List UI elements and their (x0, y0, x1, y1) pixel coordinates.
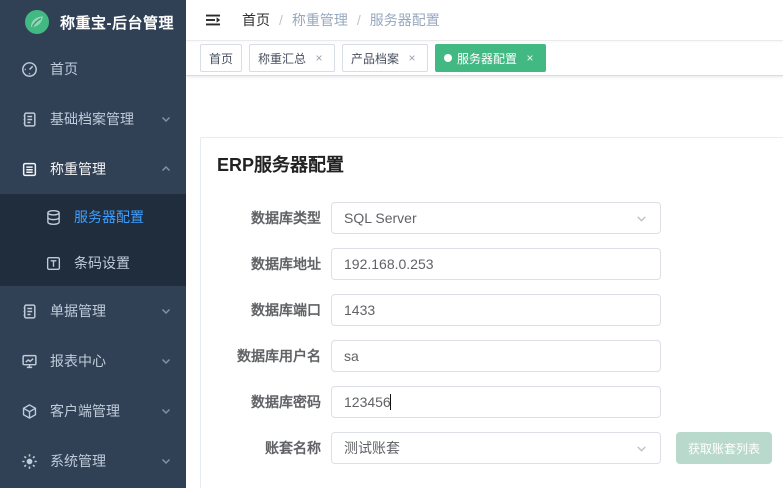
sidebar-item-label: 服务器配置 (74, 207, 144, 227)
sidebar-collapse-icon[interactable] (198, 5, 228, 35)
sidebar-item-weighing[interactable]: 称重管理 (0, 144, 186, 194)
tab-label: 称重汇总 (258, 50, 306, 67)
sidebar: 称重宝-后台管理 首页 基础档案管理 (0, 0, 186, 488)
db-port-input[interactable] (331, 294, 661, 326)
tab-product-archive[interactable]: 产品档案 × (342, 44, 428, 72)
tab-server-config[interactable]: 服务器配置 × (435, 44, 546, 72)
form-row-db-port: 数据库端口 (217, 294, 783, 326)
sidebar-item-label: 称重管理 (50, 159, 106, 179)
document-icon (20, 302, 38, 320)
sidebar-item-system-mgmt[interactable]: 系统管理 (0, 436, 186, 486)
close-icon[interactable]: × (312, 51, 326, 65)
barcode-icon (44, 254, 62, 272)
form-row-account-set: 账套名称 测试账套 获取账套列表 (217, 432, 783, 464)
tab-label: 产品档案 (351, 50, 399, 67)
breadcrumb-item-server-config: 服务器配置 (370, 10, 440, 30)
tab-home[interactable]: 首页 (200, 44, 242, 72)
client-icon (20, 402, 38, 420)
fetch-account-list-button[interactable]: 获取账套列表 (676, 432, 772, 464)
breadcrumb-separator: / (357, 12, 361, 28)
breadcrumb-item-home[interactable]: 首页 (242, 10, 270, 30)
sidebar-item-client-mgmt[interactable]: 客户端管理 (0, 386, 186, 436)
sidebar-item-server-config[interactable]: 服务器配置 (0, 194, 186, 240)
sidebar-item-orders[interactable]: 单据管理 (0, 286, 186, 336)
chevron-down-icon (160, 355, 172, 367)
sidebar-item-label: 首页 (50, 59, 78, 79)
db-user-label: 数据库用户名 (217, 346, 321, 366)
form-row-db-type: 数据库类型 SQL Server (217, 202, 783, 234)
db-type-selected-value: SQL Server (344, 210, 417, 226)
chevron-down-icon (635, 442, 648, 455)
chevron-down-icon (160, 305, 172, 317)
db-username-input[interactable] (331, 340, 661, 372)
sidebar-item-base-archive[interactable]: 基础档案管理 (0, 94, 186, 144)
breadcrumb-separator: / (279, 12, 283, 28)
settings-gear-icon (20, 452, 38, 470)
content-area: ERP服务器配置 数据库类型 SQL Server 数据库地址 数据库端口 (186, 76, 783, 488)
dashboard-icon (20, 60, 38, 78)
sidebar-item-label: 单据管理 (50, 301, 106, 321)
close-icon[interactable]: × (405, 51, 419, 65)
close-icon[interactable]: × (523, 51, 537, 65)
weighing-submenu: 服务器配置 条码设置 (0, 194, 186, 286)
chevron-down-icon (635, 212, 648, 225)
db-password-input[interactable] (331, 386, 661, 418)
text-cursor (390, 394, 391, 410)
erp-config-card: ERP服务器配置 数据库类型 SQL Server 数据库地址 数据库端口 (200, 137, 783, 488)
chevron-down-icon (160, 405, 172, 417)
form-row-db-host: 数据库地址 (217, 248, 783, 280)
form-row-db-password: 数据库密码 (217, 386, 783, 418)
db-type-select[interactable]: SQL Server (331, 202, 661, 234)
db-port-label: 数据库端口 (217, 300, 321, 320)
db-type-label: 数据库类型 (217, 208, 321, 228)
app-title: 称重宝-后台管理 (60, 12, 174, 33)
account-set-select[interactable]: 测试账套 (331, 432, 661, 464)
sidebar-item-label: 系统管理 (50, 451, 106, 471)
server-icon (44, 208, 62, 226)
sidebar-item-home[interactable]: 首页 (0, 44, 186, 94)
db-password-wrapper (331, 386, 661, 418)
chevron-down-icon (160, 455, 172, 467)
archive-icon (20, 110, 38, 128)
sidebar-item-report-center[interactable]: 报表中心 (0, 336, 186, 386)
form-row-db-user: 数据库用户名 (217, 340, 783, 372)
breadcrumb: 首页 / 称重管理 / 服务器配置 (242, 10, 440, 30)
db-password-label: 数据库密码 (217, 392, 321, 412)
tags-view-bar: 首页 称重汇总 × 产品档案 × 服务器配置 × (186, 40, 783, 76)
sidebar-item-label: 客户端管理 (50, 401, 120, 421)
report-icon (20, 352, 38, 370)
app-logo[interactable]: 称重宝-后台管理 (0, 0, 186, 44)
tab-weighing-summary[interactable]: 称重汇总 × (249, 44, 335, 72)
weighing-icon (20, 160, 38, 178)
breadcrumb-item-weighing: 称重管理 (292, 10, 348, 30)
logo-leaf-icon (24, 9, 50, 35)
account-set-label: 账套名称 (217, 438, 321, 458)
sidebar-item-label: 基础档案管理 (50, 109, 134, 129)
db-host-label: 数据库地址 (217, 254, 321, 274)
db-host-input[interactable] (331, 248, 661, 280)
active-tab-dot (444, 54, 452, 62)
page-title: ERP服务器配置 (217, 153, 783, 178)
sidebar-item-barcode-settings[interactable]: 条码设置 (0, 240, 186, 286)
sidebar-item-label: 报表中心 (50, 351, 106, 371)
tab-label: 服务器配置 (457, 50, 517, 67)
chevron-up-icon (160, 163, 172, 175)
sidebar-menu: 首页 基础档案管理 称重管理 (0, 44, 186, 486)
main-area: 首页 / 称重管理 / 服务器配置 首页 称重汇总 × 产品档案 × 服务器配置… (186, 0, 783, 488)
sidebar-item-label: 条码设置 (74, 253, 130, 273)
account-set-selected-value: 测试账套 (344, 438, 400, 458)
chevron-down-icon (160, 113, 172, 125)
top-navbar: 首页 / 称重管理 / 服务器配置 (186, 0, 783, 40)
tab-label: 首页 (209, 50, 233, 67)
